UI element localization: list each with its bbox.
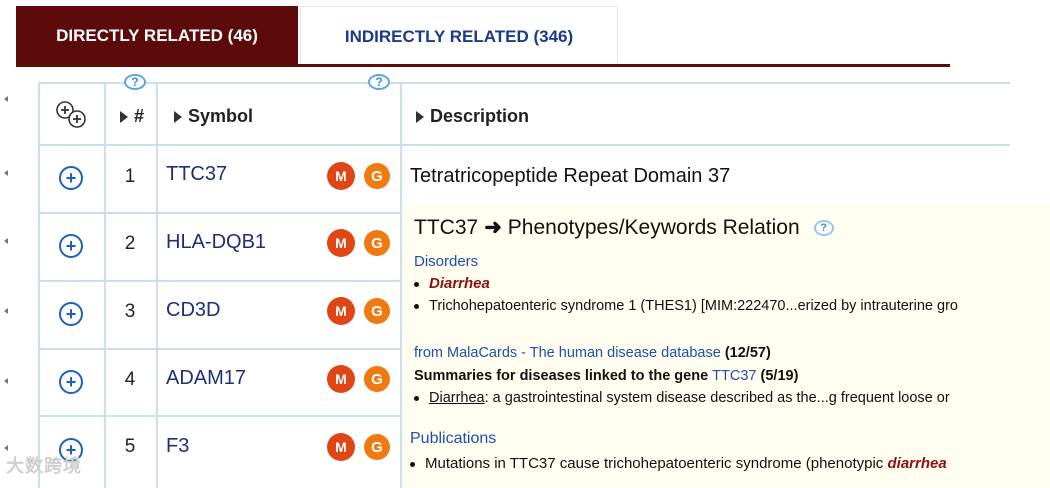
phenotypes-popup: TTC37 ➜ Phenotypes/Keywords Relation ? D… [402,203,1050,488]
left-tick [4,378,8,384]
left-tick [4,308,8,314]
row-expand-button[interactable]: + [59,166,83,190]
header-symbol-label: Symbol [188,106,254,126]
malacards-link[interactable]: from MalaCards - The human disease datab… [414,345,721,361]
malacards-icon[interactable]: M [327,365,355,393]
left-tick [4,238,8,244]
triangle-right-icon [174,110,182,123]
summaries-gene-link[interactable]: TTC37 [712,368,756,384]
column-divider [104,82,106,488]
publications-heading[interactable]: Publications [410,430,496,448]
header-bottom-border [38,144,1010,146]
triangle-right-icon [120,110,128,123]
row-divider [38,415,402,417]
disorder-text: Trichohepatoenteric syndrome 1 (THES1) [… [429,298,958,314]
malacards-line: from MalaCards - The human disease datab… [414,345,771,361]
tab-indirectly-related[interactable]: INDIRECTLY RELATED (346) [300,6,618,66]
popup-gene: TTC37 [414,215,479,239]
gene-symbol-link[interactable]: CD3D [166,299,220,322]
row-divider [38,348,402,350]
summary-item: Diarrhea: a gastrointestinal system dise… [414,390,950,406]
summaries-count: (5/19) [760,368,799,384]
row-expand-button[interactable]: + [59,302,83,326]
summaries-prefix: Summaries for diseases linked to the gen… [414,368,709,384]
genecards-icon[interactable]: G [364,434,390,460]
publication-text: Mutations in TTC37 cause trichohepatoent… [425,455,884,472]
gene-symbol-link[interactable]: ADAM17 [166,367,246,390]
plus-circle-icon: + [65,236,77,256]
malacards-icon[interactable]: M [327,229,355,257]
plus-circle-icon: + [65,304,77,324]
row-number: 5 [124,436,136,457]
table-top-border [38,82,1010,84]
header-symbol[interactable]: Symbol [174,106,253,127]
arrow-right-icon: ➜ [484,216,502,239]
row-number: 4 [124,369,136,390]
column-divider [38,82,40,488]
disorders-heading[interactable]: Disorders [414,253,478,270]
malacards-icon[interactable]: M [327,433,355,461]
header-description-label: Description [430,106,530,126]
disorder-item: Diarrhea [414,275,490,292]
summary-text: : a gastrointestinal system disease desc… [484,390,950,406]
row-expand-button[interactable]: + [59,370,83,394]
summaries-line: Summaries for diseases linked to the gen… [414,368,798,384]
malacards-count: (12/57) [724,345,771,361]
disorder-term[interactable]: Diarrhea [429,275,490,292]
row-expand-button[interactable]: + [59,234,83,258]
malacards-icon[interactable]: M [327,297,355,325]
bullet [414,395,419,401]
gene-symbol-link[interactable]: TTC37 [166,163,227,186]
publication-item: Mutations in TTC37 cause trichohepatoent… [410,455,947,472]
row-divider [38,280,402,282]
column-divider [156,82,158,488]
watermark: 大数跨境 [6,456,82,476]
tab-directly-related[interactable]: DIRECTLY RELATED (46) [16,6,298,66]
help-icon[interactable]: ? [368,74,390,90]
row-description: Tetratricopeptide Repeat Domain 37 [410,165,731,187]
genecards-icon[interactable]: G [364,366,390,392]
genecards-icon[interactable]: G [364,298,390,324]
header-description[interactable]: Description [416,106,529,127]
plus-circle-icon: + [65,372,77,392]
row-number: 1 [124,166,136,187]
left-tick [4,96,8,102]
row-number: 2 [124,233,136,254]
popup-title-text: Phenotypes/Keywords Relation [507,215,800,239]
triangle-right-icon [416,110,424,123]
help-icon[interactable]: ? [813,219,834,236]
genecards-icon[interactable]: G [364,163,390,189]
bullet [414,281,419,287]
row-divider [38,212,402,214]
popup-title: TTC37 ➜ Phenotypes/Keywords Relation ? [414,215,834,240]
tab-underline [16,64,950,67]
header-number-label: # [134,106,145,126]
expand-all-icon[interactable] [54,100,90,130]
plus-circle-icon: + [65,168,77,188]
genecards-icon[interactable]: G [364,230,390,256]
left-tick [4,445,8,451]
summary-term[interactable]: Diarrhea [429,390,485,406]
gene-symbol-link[interactable]: F3 [166,435,189,458]
publication-term[interactable]: diarrhea [887,455,946,472]
gene-symbol-link[interactable]: HLA-DQB1 [166,231,266,254]
left-tick [4,170,8,176]
bullet [410,461,415,467]
disorder-item: Trichohepatoenteric syndrome 1 (THES1) [… [414,298,958,314]
malacards-icon[interactable]: M [327,162,355,190]
header-number[interactable]: # [120,106,144,127]
bullet [414,303,419,309]
help-icon[interactable]: ? [124,74,146,90]
row-number: 3 [124,301,136,322]
